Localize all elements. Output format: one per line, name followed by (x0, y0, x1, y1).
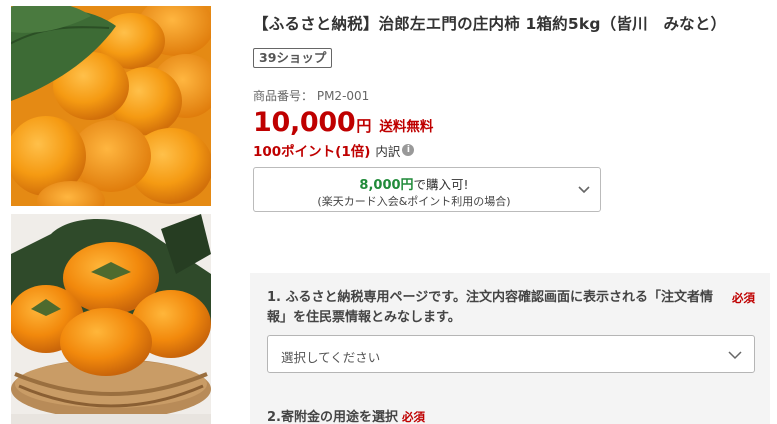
shop-39-badge[interactable]: 39ショップ (253, 48, 333, 68)
price-value: 10,000 (253, 107, 356, 138)
card-offer-headline: 8,000円で購入可! (254, 174, 574, 193)
product-code: 商品番号： PM2-001 (253, 87, 369, 104)
option-1-required-badge: 必須 (732, 291, 755, 305)
price-row: 10,000 円 送料無料 (253, 107, 433, 138)
product-code-value: PM2-001 (316, 89, 370, 103)
option-2-label: 2.寄附金の用途を選択 必須 (267, 406, 425, 424)
options-panel: 1. ふるさと納税専用ページです。注文内容確認画面に表示される「注文者情報」を住… (250, 273, 770, 424)
price-unit: 円 (356, 117, 372, 135)
card-offer-note: (楽天カード入会&ポイント利用の場合) (317, 195, 511, 208)
option-1-label: 1. ふるさと納税専用ページです。注文内容確認画面に表示される「注文者情報」を住… (267, 290, 713, 325)
product-code-label: 商品番号： (253, 89, 314, 103)
points-value: 100ポイント(1倍) (253, 144, 371, 160)
info-circle-icon[interactable]: i (402, 144, 415, 156)
option-2-required-badge: 必須 (401, 410, 425, 424)
option-1-placeholder: 選択してください (281, 350, 381, 365)
option-2-label-text: 2.寄附金の用途を選択 (267, 410, 398, 424)
free-shipping-label: 送料無料 (379, 119, 434, 135)
product-image-basket[interactable] (11, 214, 211, 424)
option-1-select[interactable]: 選択してください (267, 335, 755, 373)
points-row: 100ポイント(1倍) 内訳 i (253, 140, 415, 160)
card-offer-dropdown[interactable]: 8,000円で購入可! (楽天カード入会&ポイント利用の場合) (253, 167, 601, 212)
chevron-down-icon (578, 186, 590, 194)
points-breakdown-link[interactable]: 内訳 (375, 141, 400, 160)
product-title: 【ふるさと納税】治郎左エ門の庄内柿 1箱約5kg（皆川 みなと） (253, 15, 727, 33)
card-offer-suffix: で購入可! (413, 177, 469, 192)
product-image-main[interactable] (11, 6, 211, 206)
chevron-down-icon (728, 351, 742, 360)
card-offer-amount: 8,000円 (359, 178, 414, 193)
